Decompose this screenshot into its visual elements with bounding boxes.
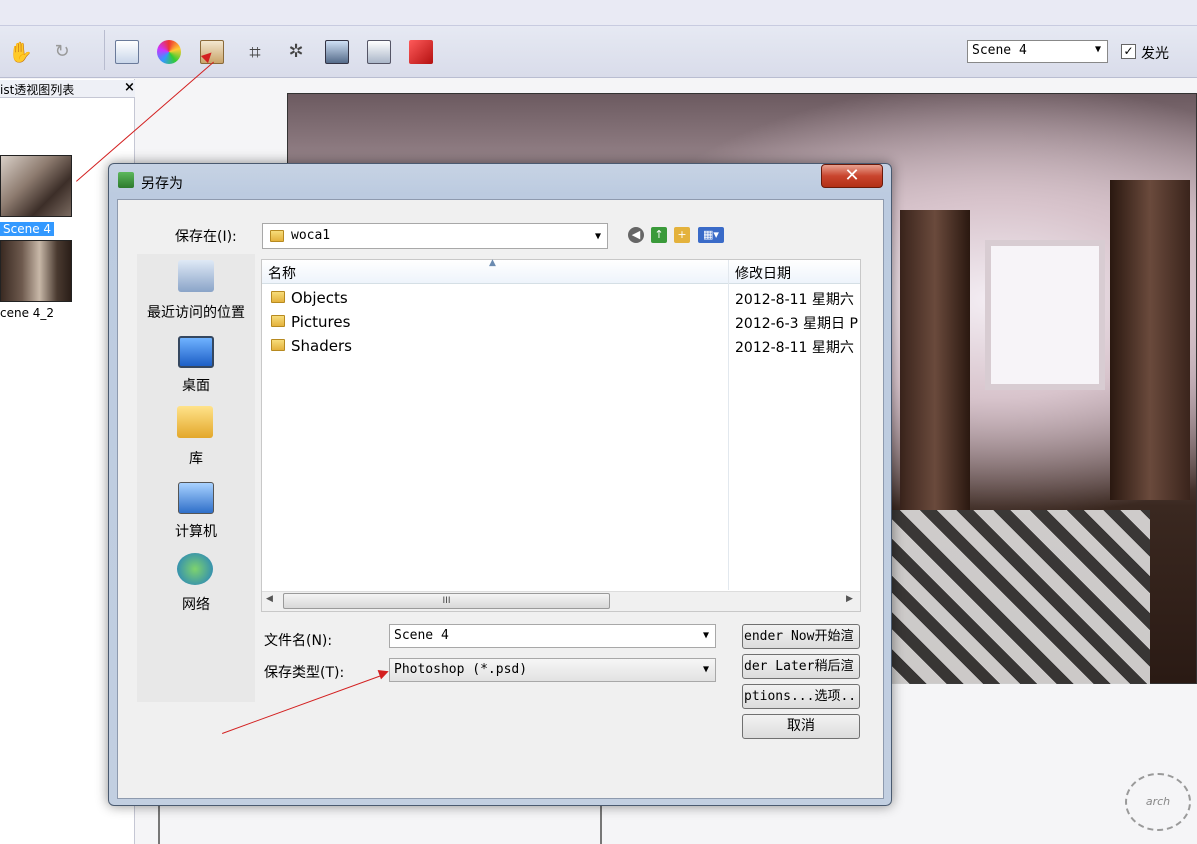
scene-select-value: Scene 4: [972, 43, 1027, 58]
filename-input[interactable]: Scene 4 ▼: [389, 624, 716, 648]
file-row-name[interactable]: Shaders: [291, 337, 352, 355]
glow-label: 发光: [1141, 46, 1169, 62]
places-item-computer[interactable]: 计算机: [137, 521, 255, 541]
cancel-button[interactable]: 取消: [742, 714, 860, 739]
divider: [158, 806, 160, 844]
render-rug-detail: [890, 510, 1150, 684]
places-item-libraries[interactable]: 库: [137, 448, 255, 468]
perspective-view-icon[interactable]: [115, 40, 139, 64]
render-curtain-detail: [900, 210, 970, 510]
scene-select[interactable]: Scene 4 ▼: [967, 40, 1108, 63]
places-item-recent[interactable]: 最近访问的位置: [137, 302, 255, 322]
filename-label: 文件名(N):: [264, 633, 333, 649]
sort-ascending-icon: ▲: [489, 258, 496, 268]
desktop-icon[interactable]: [178, 336, 214, 368]
material-palette-icon[interactable]: [157, 40, 181, 64]
save-in-value: woca1: [291, 228, 331, 243]
folder-icon: [271, 291, 285, 303]
add-view-icon[interactable]: [367, 40, 391, 64]
chevron-down-icon: ▼: [702, 630, 709, 641]
file-row-name[interactable]: Pictures: [291, 313, 350, 331]
save-in-combo[interactable]: woca1 ▼: [262, 223, 608, 249]
app-icon: [118, 172, 134, 188]
filetype-select[interactable]: Photoshop (*.psd) ▼: [389, 658, 716, 682]
render-later-button[interactable]: der Later稍后渲: [742, 654, 860, 679]
pan-hand-icon[interactable]: ✋: [8, 40, 33, 64]
render-output-icon[interactable]: [409, 40, 433, 64]
dialog-title: 另存为: [141, 176, 183, 192]
window-top-strip: [0, 0, 1197, 26]
scroll-right-icon[interactable]: ▶: [846, 594, 853, 604]
orbit-icon[interactable]: ↻: [50, 40, 74, 64]
crop-icon[interactable]: ⌗: [243, 40, 267, 64]
file-list: [261, 259, 861, 612]
folder-icon: [270, 230, 284, 242]
scene-thumbnail-label[interactable]: cene 4_2: [0, 306, 54, 320]
filename-value: Scene 4: [394, 628, 449, 643]
libraries-icon[interactable]: [177, 406, 213, 438]
render-curtain-detail: [1110, 180, 1190, 500]
glow-checkbox[interactable]: ✓: [1121, 44, 1136, 59]
back-icon[interactable]: ◀: [628, 227, 644, 243]
file-row-date: 2012-8-11 星期六: [735, 340, 854, 356]
options-button[interactable]: ptions...选项..: [742, 684, 860, 709]
panel-title: ist透视图列表: [0, 80, 135, 98]
settings-gear-icon[interactable]: ✲: [284, 40, 308, 64]
scene-thumbnail-label[interactable]: Scene 4: [0, 222, 55, 236]
file-row-name[interactable]: Objects: [291, 289, 348, 307]
computer-icon[interactable]: [178, 482, 214, 514]
column-header-date[interactable]: 修改日期: [729, 260, 860, 284]
filetype-value: Photoshop (*.psd): [394, 662, 528, 677]
divider: [600, 806, 602, 844]
file-row-date: 2012-6-3 星期日 P: [735, 316, 858, 332]
scene-thumbnail[interactable]: [0, 240, 72, 302]
scrollbar-thumb[interactable]: III: [283, 593, 610, 609]
watermark-logo: arch: [1125, 773, 1191, 831]
folder-icon: [271, 339, 285, 351]
chevron-down-icon: ▼: [594, 231, 601, 242]
scroll-left-icon[interactable]: ◀: [266, 594, 273, 604]
places-item-network[interactable]: 网络: [137, 594, 255, 614]
places-item-desktop[interactable]: 桌面: [137, 375, 255, 395]
dialog-close-button[interactable]: ✕: [821, 164, 883, 188]
toolbar-separator: [104, 30, 105, 70]
recent-places-icon[interactable]: [178, 260, 214, 292]
view-menu-icon[interactable]: ▦▾: [698, 227, 724, 243]
scene-thumbnail[interactable]: [0, 155, 72, 217]
column-divider: [728, 260, 729, 590]
chevron-down-icon: ▼: [702, 664, 709, 675]
new-folder-icon[interactable]: +: [674, 227, 690, 243]
save-in-label: 保存在(I):: [175, 229, 237, 245]
close-icon[interactable]: ×: [124, 80, 135, 95]
render-window-detail: [985, 240, 1105, 390]
up-folder-icon[interactable]: ↑: [651, 227, 667, 243]
folder-icon: [271, 315, 285, 327]
filetype-label: 保存类型(T):: [264, 665, 345, 681]
render-now-button[interactable]: ender Now开始渲: [742, 624, 860, 649]
network-icon[interactable]: [177, 553, 213, 585]
file-row-date: 2012-8-11 星期六: [735, 292, 854, 308]
chevron-down-icon: ▼: [1094, 44, 1101, 55]
background-image-icon[interactable]: [325, 40, 349, 64]
